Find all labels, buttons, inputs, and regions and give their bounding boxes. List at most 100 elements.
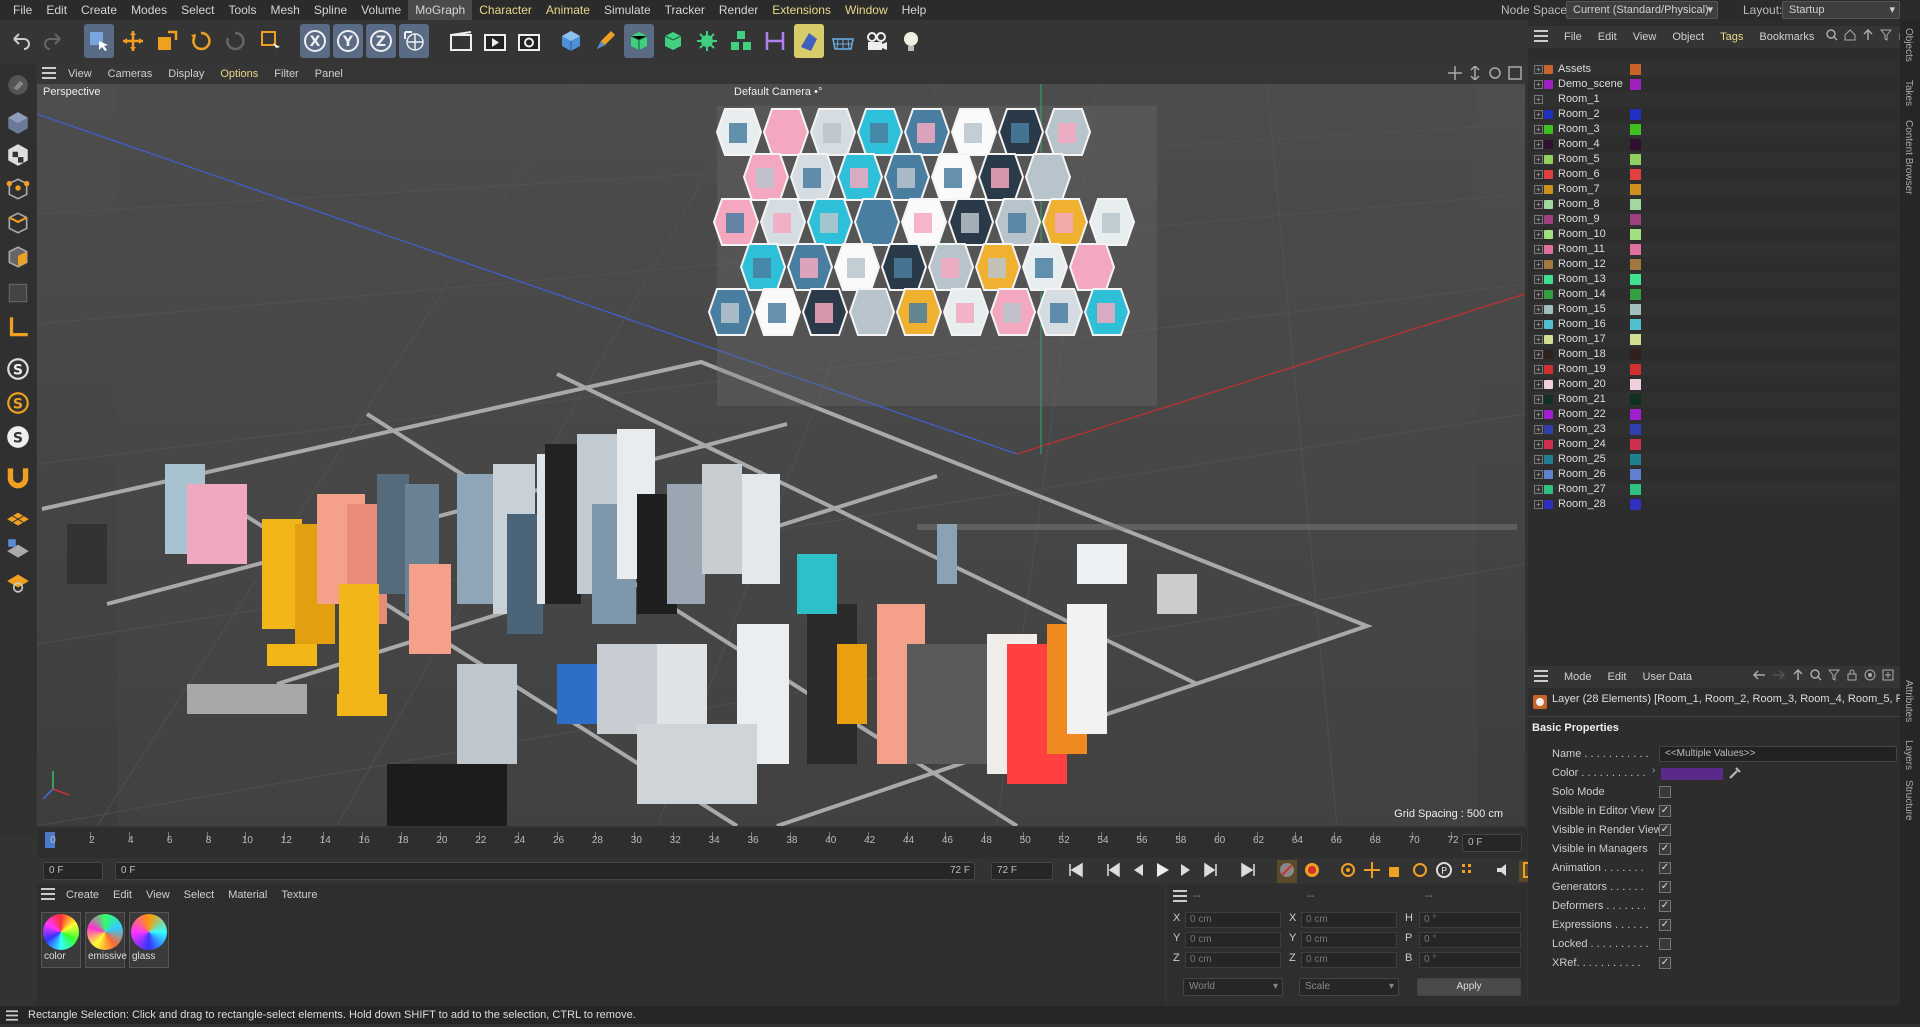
keyframe-selection-icon[interactable] [1339, 861, 1357, 882]
chevron-right-icon[interactable]: › [1652, 765, 1655, 776]
position-key-icon[interactable] [1363, 861, 1381, 882]
object-menu-object[interactable]: Object [1664, 31, 1712, 43]
apply-button[interactable]: Apply [1417, 978, 1521, 996]
home-icon[interactable] [1844, 29, 1856, 44]
attribute-menu-mode[interactable]: Mode [1556, 671, 1600, 683]
position-y-field[interactable]: 0 cm [1185, 932, 1281, 948]
side-tab-content-browser[interactable]: Content Browser [1903, 120, 1914, 194]
object-row[interactable]: + Room_24 [1530, 437, 1900, 452]
name-field[interactable]: <<Multiple Values>> [1659, 746, 1897, 762]
subdivision-button[interactable] [624, 24, 654, 58]
layer-color-swatch[interactable] [1630, 154, 1641, 165]
next-key-icon[interactable] [1201, 861, 1219, 882]
object-row[interactable]: + Room_15 [1530, 302, 1900, 317]
menu-simulate[interactable]: Simulate [597, 0, 658, 20]
next-frame-icon[interactable] [1177, 861, 1195, 882]
layer-color-swatch[interactable] [1630, 409, 1641, 420]
material-menu-texture[interactable]: Texture [274, 884, 324, 906]
maximize-viewport-icon[interactable] [1508, 66, 1522, 82]
pan-icon[interactable] [1448, 66, 1462, 82]
hamburger-icon[interactable] [1534, 29, 1556, 45]
move-tool-button[interactable] [118, 24, 148, 58]
expand-icon[interactable]: + [1534, 80, 1543, 89]
light-button[interactable] [896, 24, 926, 58]
expand-icon[interactable]: + [1534, 215, 1543, 224]
layer-color-swatch[interactable] [1630, 199, 1641, 210]
timeline-ruler[interactable]: 0 2 4 6 8 10 12 14 16 18 20 22 24 26 28 30 32 34 36 38 40 42 4… [37, 828, 1527, 858]
target-icon[interactable] [1864, 669, 1876, 684]
object-row[interactable]: + Room_19 [1530, 362, 1900, 377]
viewport-menu-display[interactable]: Display [160, 64, 212, 84]
expand-icon[interactable]: + [1534, 425, 1543, 434]
model-mode-button[interactable] [2, 108, 34, 138]
layer-color-swatch[interactable] [1630, 229, 1641, 240]
redo-button[interactable] [38, 24, 68, 58]
hamburger-icon[interactable] [42, 66, 60, 82]
expand-icon[interactable]: + [1534, 410, 1543, 419]
expand-icon[interactable]: + [1534, 260, 1543, 269]
object-row[interactable]: + Room_16 [1530, 317, 1900, 332]
filter-icon[interactable] [1879, 29, 1893, 44]
dolly-icon[interactable] [1468, 64, 1482, 82]
object-row[interactable]: + Assets [1530, 62, 1900, 77]
default-camera-label[interactable]: Default Camera •° [734, 86, 822, 98]
object-row[interactable]: + Room_4 [1530, 137, 1900, 152]
expand-icon[interactable]: + [1534, 380, 1543, 389]
x-axis-lock-button[interactable]: X [300, 24, 330, 58]
layer-color-swatch[interactable] [1630, 274, 1641, 285]
layer-color-swatch[interactable] [1630, 139, 1641, 150]
object-menu-bookmarks[interactable]: Bookmarks [1751, 31, 1822, 43]
goto-start-icon[interactable] [1067, 861, 1085, 882]
deformer-button[interactable] [760, 24, 790, 58]
new-window-icon[interactable] [1882, 669, 1894, 684]
attribute-menu-user-data[interactable]: User Data [1635, 671, 1701, 683]
axis-mode-button[interactable] [2, 312, 34, 342]
object-row[interactable]: + Room_8 [1530, 197, 1900, 212]
z-axis-lock-button[interactable]: Z [366, 24, 396, 58]
property-checkbox[interactable]: ✓ [1659, 843, 1671, 855]
object-row[interactable]: + Room_7 [1530, 182, 1900, 197]
expand-icon[interactable]: + [1534, 140, 1543, 149]
parameter-key-icon[interactable]: P [1435, 861, 1453, 882]
expand-icon[interactable]: + [1534, 335, 1543, 344]
size-x-field[interactable]: 0 cm [1301, 912, 1397, 928]
expand-icon[interactable]: + [1534, 245, 1543, 254]
object-row[interactable]: + Room_10 [1530, 227, 1900, 242]
render-to-picture-viewer-button[interactable] [480, 24, 510, 58]
expand-icon[interactable]: + [1534, 230, 1543, 239]
menu-window[interactable]: Window [838, 0, 895, 20]
viewport-menu-filter[interactable]: Filter [266, 64, 306, 84]
layer-color-swatch[interactable] [1630, 439, 1641, 450]
object-row[interactable]: + Room_22 [1530, 407, 1900, 422]
rotation-p-field[interactable]: 0 ° [1419, 932, 1521, 948]
rotation-key-icon[interactable] [1411, 861, 1429, 882]
object-row[interactable]: + Room_21 [1530, 392, 1900, 407]
layer-color-swatch[interactable] [1630, 364, 1641, 375]
viewport-menu-view[interactable]: View [60, 64, 100, 84]
object-row[interactable]: + Room_6 [1530, 167, 1900, 182]
forward-arrow-icon[interactable] [1772, 669, 1786, 684]
perspective-viewport[interactable]: Perspective Default Camera •° Grid Spaci… [37, 84, 1525, 826]
size-z-field[interactable]: 0 cm [1301, 952, 1397, 968]
scale-key-icon[interactable] [1387, 861, 1405, 882]
position-x-field[interactable]: 0 cm [1185, 912, 1281, 928]
menu-tools[interactable]: Tools [221, 0, 263, 20]
property-checkbox[interactable] [1659, 786, 1671, 798]
layer-color-swatch[interactable] [1630, 319, 1641, 330]
filter-icon[interactable] [1827, 669, 1841, 684]
object-row[interactable]: + Room_5 [1530, 152, 1900, 167]
viewport-menu-panel[interactable]: Panel [307, 64, 351, 84]
layer-color-swatch[interactable] [1630, 259, 1641, 270]
object-row[interactable]: + Room_3 [1530, 122, 1900, 137]
texture-mode-button[interactable] [2, 140, 34, 170]
layer-color-swatch[interactable] [1630, 334, 1641, 345]
camera-button[interactable] [862, 24, 892, 58]
workplane-align-button[interactable] [2, 566, 34, 596]
expand-icon[interactable]: + [1534, 65, 1543, 74]
recent-tool-button[interactable] [220, 24, 250, 58]
object-menu-file[interactable]: File [1556, 31, 1590, 43]
up-arrow-icon[interactable] [1792, 668, 1804, 684]
autokey-icon[interactable] [1303, 861, 1321, 882]
layer-color-swatch[interactable] [1630, 424, 1641, 435]
material-menu-view[interactable]: View [139, 884, 177, 906]
